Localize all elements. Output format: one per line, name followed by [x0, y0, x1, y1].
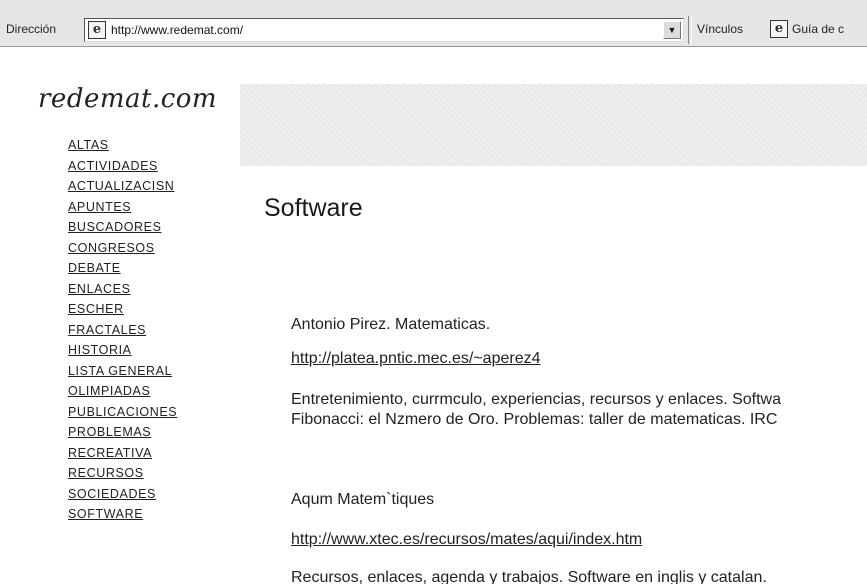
links-toolbar-label[interactable]: Vínculos [697, 22, 743, 36]
sidebar-link-lista-general[interactable]: LISTA GENERAL [68, 364, 172, 378]
entry-description-line: Recursos, enlaces, agenda y trabajos. So… [291, 569, 767, 584]
sidebar-item: SOFTWARE [68, 505, 177, 526]
ie-page-icon: e [88, 21, 106, 39]
sidebar-item: BUSCADORES [68, 218, 177, 239]
sidebar-item: RECREATIVA [68, 444, 177, 465]
resource-entry-link: http://platea.pntic.mec.es/~aperez4 [291, 350, 540, 368]
ie-link-icon: e [770, 20, 788, 38]
url-text: http://www.redemat.com/ [111, 23, 244, 37]
entry-link[interactable]: http://platea.pntic.mec.es/~aperez4 [291, 350, 540, 368]
url-input[interactable]: e http://www.redemat.com/ ▼ [84, 18, 684, 42]
entry-description-line: Entretenimiento, currmculo, experiencias… [291, 391, 781, 408]
entry-link[interactable]: http://www.xtec.es/recursos/mates/aqui/i… [291, 531, 642, 549]
sidebar-link-recreativa[interactable]: RECREATIVA [68, 446, 152, 460]
sidebar-link-recursos[interactable]: RECURSOS [68, 466, 144, 480]
entry-description-line: Fibonacci: el Nzmero de Oro. Problemas: … [291, 411, 778, 428]
sidebar-link-actividades[interactable]: ACTIVIDADES [68, 159, 158, 173]
sidebar-item: LISTA GENERAL [68, 362, 177, 383]
sidebar-link-sociedades[interactable]: SOCIEDADES [68, 487, 156, 501]
sidebar-item: OLIMPIADAS [68, 382, 177, 403]
address-bar: Dirección e http://www.redemat.com/ ▼ Ví… [0, 0, 867, 47]
toolbar-separator [688, 16, 692, 44]
entry-title: Antonio Pirez. Matematicas. [291, 316, 491, 333]
address-label: Dirección [6, 22, 57, 36]
sidebar-link-apuntes[interactable]: APUNTES [68, 200, 131, 214]
resource-entry: Antonio Pirez. Matematicas. [291, 316, 490, 334]
header-banner [240, 84, 867, 166]
sidebar-item: ESCHER [68, 300, 177, 321]
resource-entry: Aqum Matem`tiques [291, 491, 434, 509]
sidebar-link-publicaciones[interactable]: PUBLICACIONES [68, 405, 177, 419]
links-guide-button[interactable]: e Guía de c [770, 20, 867, 42]
resource-entry-description: Recursos, enlaces, agenda y trabajos. So… [291, 568, 767, 584]
sidebar-item: ACTIVIDADES [68, 157, 177, 178]
sidebar-item: ALTAS [68, 136, 177, 157]
sidebar-item: DEBATE [68, 259, 177, 280]
sidebar-item: PUBLICACIONES [68, 403, 177, 424]
sidebar-item: CONGRESOS [68, 239, 177, 260]
sidebar-link-altas[interactable]: ALTAS [68, 138, 109, 152]
page-content: redemat.com ALTAS ACTIVIDADES ACTUALIZAC… [0, 48, 867, 584]
resource-entry-description: Entretenimiento, currmculo, experiencias… [291, 390, 781, 430]
resource-entry-link: http://www.xtec.es/recursos/mates/aqui/i… [291, 531, 642, 549]
sidebar-item: ACTUALIZACISN [68, 177, 177, 198]
sidebar-link-buscadores[interactable]: BUSCADORES [68, 220, 162, 234]
sidebar-item: PROBLEMAS [68, 423, 177, 444]
sidebar-item: FRACTALES [68, 321, 177, 342]
entry-title: Aqum Matem`tiques [291, 491, 435, 508]
sidebar-item: APUNTES [68, 198, 177, 219]
sidebar-link-escher[interactable]: ESCHER [68, 302, 124, 316]
sidebar-link-software[interactable]: SOFTWARE [68, 507, 143, 521]
page-title: Software [264, 194, 363, 222]
sidebar-link-congresos[interactable]: CONGRESOS [68, 241, 155, 255]
sidebar-link-actualizacion[interactable]: ACTUALIZACISN [68, 179, 174, 193]
sidebar-link-enlaces[interactable]: ENLACES [68, 282, 131, 296]
sidebar-link-problemas[interactable]: PROBLEMAS [68, 425, 151, 439]
sidebar-item: RECURSOS [68, 464, 177, 485]
sidebar-link-fractales[interactable]: FRACTALES [68, 323, 146, 337]
sidebar-item: HISTORIA [68, 341, 177, 362]
site-logo[interactable]: redemat.com [38, 84, 217, 114]
links-guide-label: Guía de c [792, 22, 845, 36]
sidebar-item: ENLACES [68, 280, 177, 301]
sidebar-item: SOCIEDADES [68, 485, 177, 506]
sidebar-nav: ALTAS ACTIVIDADES ACTUALIZACISN APUNTES … [68, 136, 177, 526]
sidebar-link-historia[interactable]: HISTORIA [68, 343, 132, 357]
url-dropdown-button[interactable]: ▼ [663, 21, 681, 39]
sidebar-link-olimpiadas[interactable]: OLIMPIADAS [68, 384, 150, 398]
sidebar-link-debate[interactable]: DEBATE [68, 261, 121, 275]
